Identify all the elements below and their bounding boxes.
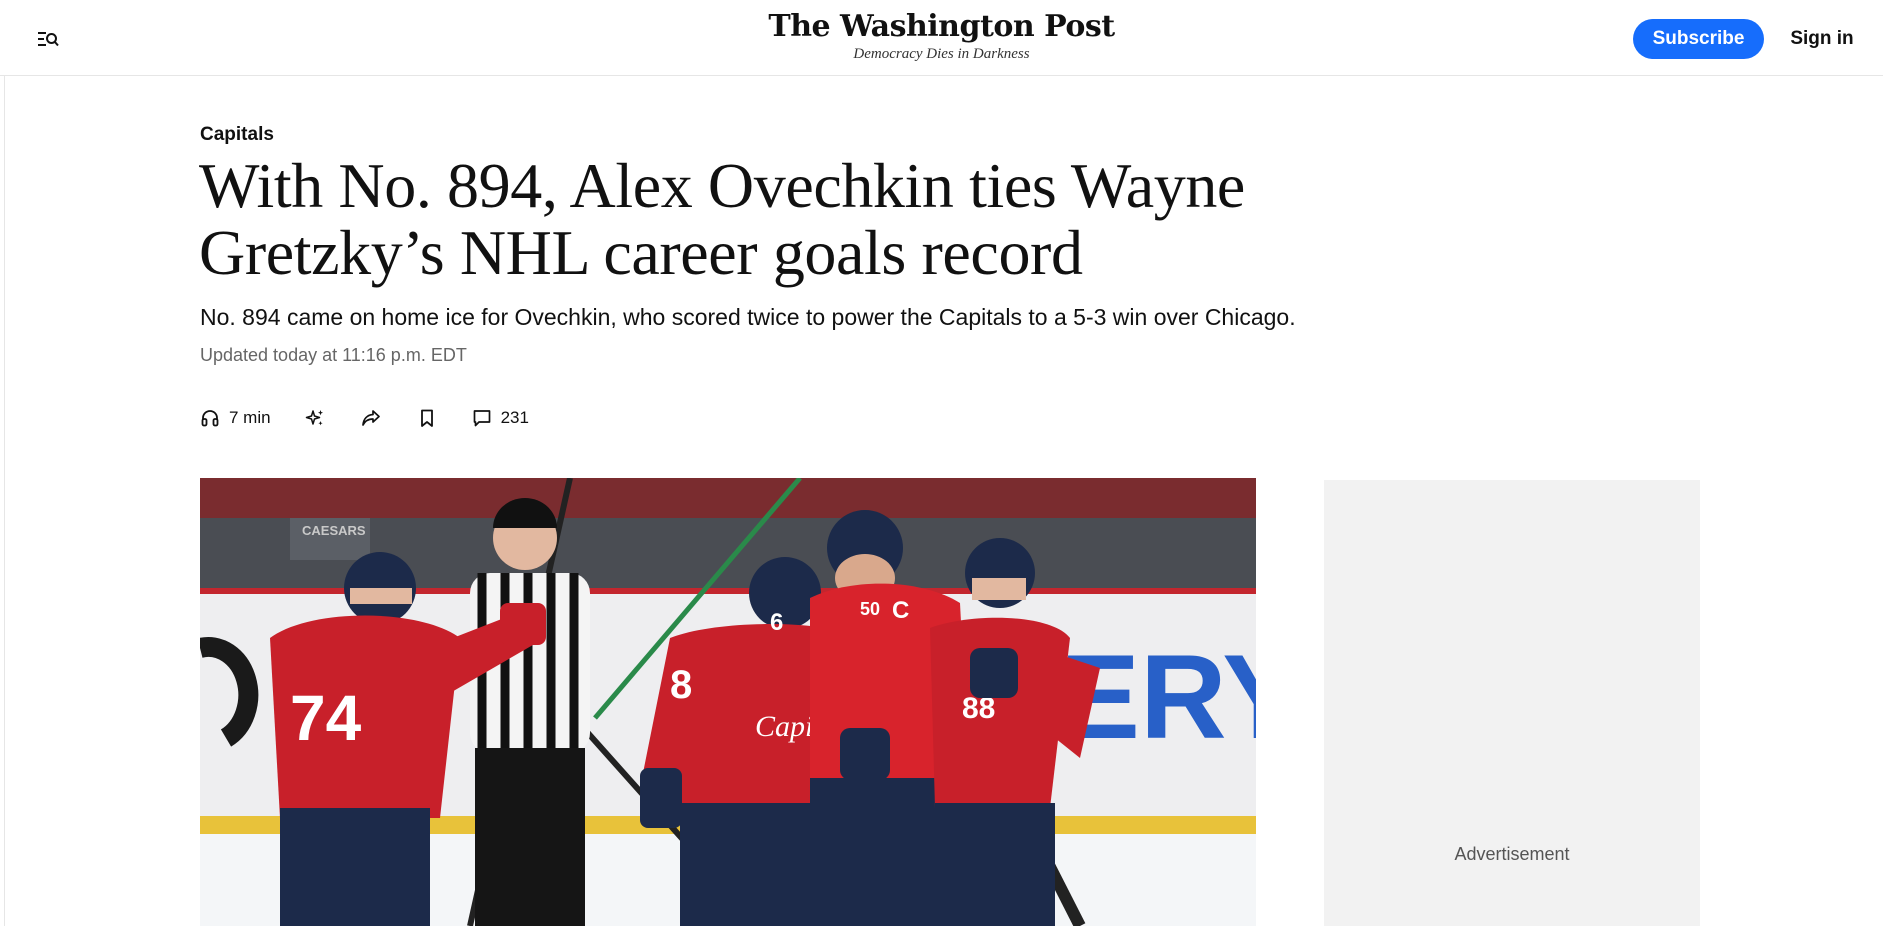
- ad-slot: Advertisement: [1324, 480, 1700, 926]
- summary-button[interactable]: [305, 408, 325, 428]
- share-button[interactable]: [361, 408, 381, 428]
- comments-button[interactable]: 231: [472, 408, 529, 428]
- section-label[interactable]: Capitals: [200, 124, 274, 146]
- save-button[interactable]: [417, 408, 437, 428]
- share-icon: [361, 408, 381, 428]
- sparkle-icon: [305, 408, 325, 428]
- hero-image[interactable]: CAESARS ERY 74: [200, 478, 1256, 926]
- comment-icon: [472, 408, 492, 428]
- subscribe-button[interactable]: Subscribe: [1633, 19, 1764, 59]
- listen-button[interactable]: 7 min: [200, 408, 271, 428]
- captain-letter: C: [892, 597, 909, 624]
- jersey-number: 6: [770, 609, 783, 636]
- timestamp: Updated today at 11:16 p.m. EDT: [200, 345, 467, 365]
- logo[interactable]: The Washington Post: [0, 8, 1883, 46]
- jersey-number: 74: [290, 682, 362, 754]
- site-header: The Washington Post Democracy Dies in Da…: [0, 0, 1883, 76]
- masthead: The Washington Post Democracy Dies in Da…: [0, 8, 1883, 62]
- listen-duration: 7 min: [229, 408, 271, 427]
- headline-line-2: Gretzky’s NHL career goals record: [199, 217, 1083, 288]
- tagline: Democracy Dies in Darkness: [853, 46, 1030, 62]
- sign-in-button[interactable]: Sign in: [1782, 19, 1862, 59]
- article-actions: 7 min 231: [200, 406, 529, 430]
- subheadline: No. 894 came on home ice for Ovechkin, w…: [200, 304, 1296, 330]
- jersey-patch: 50: [860, 599, 880, 619]
- headline-line-1: With No. 894, Alex Ovechkin ties Wayne: [199, 150, 1245, 221]
- comment-count: 231: [500, 408, 529, 427]
- arena-sign: CAESARS: [302, 523, 366, 538]
- bookmark-icon: [417, 408, 437, 428]
- jersey-number: 8: [670, 663, 692, 707]
- page-divider: [4, 76, 5, 926]
- headphones-icon: [200, 408, 220, 428]
- headline: With No. 894, Alex Ovechkin ties Wayne G…: [199, 152, 1319, 286]
- ad-label: Advertisement: [1454, 844, 1570, 864]
